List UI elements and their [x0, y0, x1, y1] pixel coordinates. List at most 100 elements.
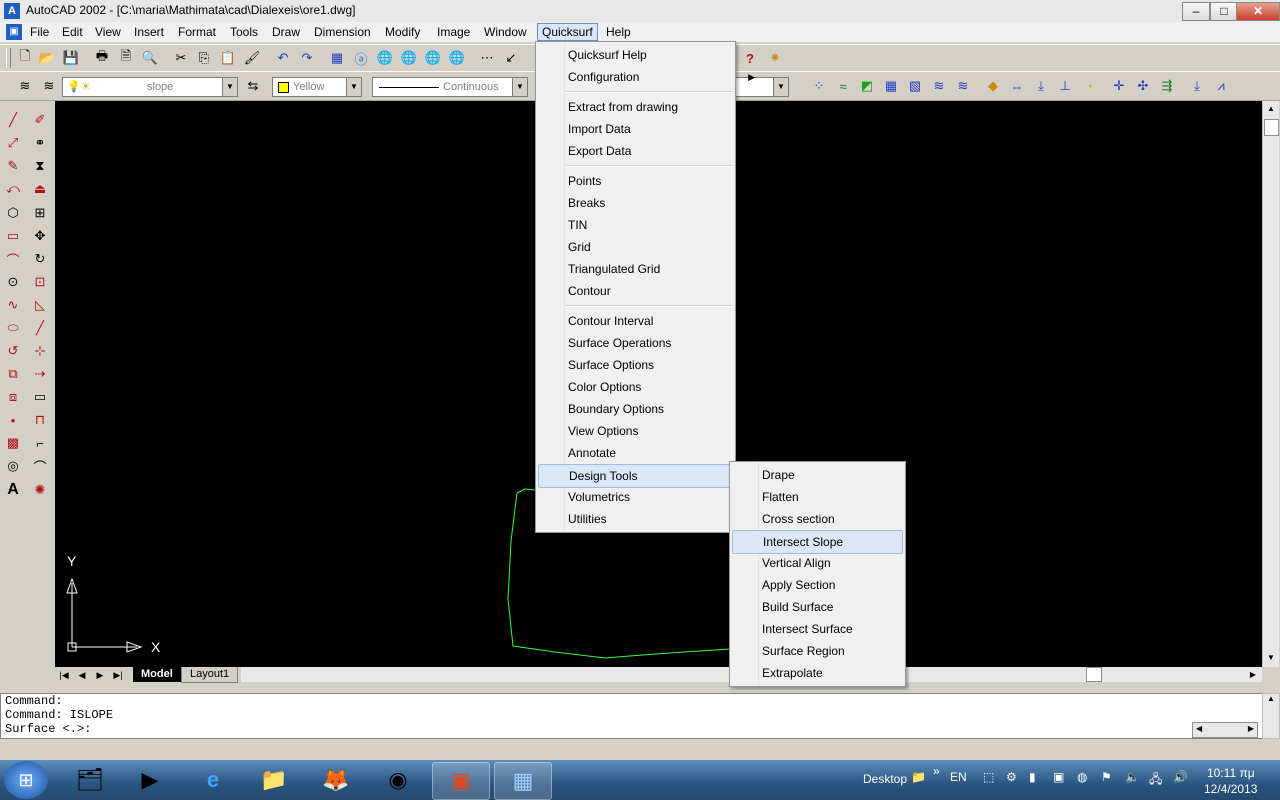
- clock-date[interactable]: 12/4/2013: [1204, 782, 1257, 796]
- menu-image[interactable]: Image: [433, 24, 474, 40]
- print-preview-icon[interactable]: 🗎: [117, 48, 135, 67]
- tray-network-icon[interactable]: 🖧: [1149, 770, 1162, 791]
- menu-item-surface-options[interactable]: Surface Options ▶: [538, 354, 763, 376]
- quicksurf-drape-icon[interactable]: ⤓: [1032, 77, 1050, 95]
- array-icon[interactable]: ⊞: [29, 202, 51, 224]
- erase-icon[interactable]: ✐: [29, 109, 51, 131]
- menu-file[interactable]: File: [26, 24, 53, 40]
- quicksurf-slope-icon[interactable]: ✣: [1134, 77, 1152, 95]
- tab-layout1[interactable]: Layout1: [181, 667, 239, 683]
- autocad-app-icon[interactable]: A: [4, 3, 20, 19]
- taskbar-presentation-icon[interactable]: ▣: [432, 762, 490, 800]
- menu-help[interactable]: Help: [602, 24, 635, 40]
- taskbar-internet-explorer-icon[interactable]: e: [185, 762, 241, 798]
- web-icon-2[interactable]: 🌐: [400, 49, 418, 67]
- trim-icon[interactable]: ⊹: [29, 340, 51, 362]
- command-window[interactable]: Command: Command: ISLOPE Surface <.>:: [0, 693, 1264, 739]
- chevron-down-icon[interactable]: ▼: [773, 78, 788, 96]
- make-block-icon[interactable]: ⧈: [2, 386, 24, 408]
- vertical-scroll-thumb[interactable]: [1264, 119, 1279, 136]
- scale-icon[interactable]: ⊡: [29, 271, 51, 293]
- menu-item-breaks[interactable]: Breaks: [538, 192, 763, 214]
- quicksurf-points-icon[interactable]: ⁘: [810, 77, 828, 95]
- print-icon[interactable]: 🖶: [93, 48, 111, 67]
- extend-icon[interactable]: ⇢: [29, 363, 51, 385]
- insert-block-icon[interactable]: ⧉: [2, 363, 24, 385]
- command-scrollbar[interactable]: ▲: [1262, 693, 1280, 739]
- menu-dimension[interactable]: Dimension: [310, 24, 375, 40]
- menu-item-flatten[interactable]: Flatten: [732, 486, 903, 508]
- quicksurf-cross-section-icon[interactable]: ✛: [1110, 77, 1128, 95]
- chevron-down-icon[interactable]: ▼: [512, 78, 527, 96]
- desktop-folder-icon[interactable]: 📁: [911, 770, 926, 784]
- taskbar-media-player-icon[interactable]: ▶: [122, 762, 178, 798]
- copy-icon[interactable]: ⎘: [195, 49, 213, 67]
- quicksurf-flatten-icon[interactable]: ⊥: [1056, 77, 1074, 95]
- desktop-toolbar-label[interactable]: Desktop: [863, 772, 907, 786]
- browse-web-icon[interactable]: 🌐: [376, 49, 394, 67]
- new-icon[interactable]: 🗋: [16, 48, 34, 67]
- menu-item-contour-interval[interactable]: Contour Interval: [538, 310, 763, 332]
- menu-item-quicksurf-help[interactable]: Quicksurf Help: [538, 44, 763, 66]
- menu-item-extrapolate[interactable]: Extrapolate: [732, 662, 903, 684]
- circle-icon[interactable]: ⊙: [2, 271, 24, 293]
- quicksurf-options-icon[interactable]: ⇔: [1008, 77, 1026, 95]
- quicksurf-annotate-icon[interactable]: ◔: [1080, 77, 1098, 95]
- copy-object-icon[interactable]: ⚭: [29, 132, 51, 154]
- explode-icon[interactable]: ✺: [29, 479, 51, 501]
- color-dropdown[interactable]: Yellow ▼: [272, 77, 362, 97]
- spline-icon[interactable]: ∿: [2, 294, 24, 316]
- web-icon-3[interactable]: 🌐: [424, 49, 442, 67]
- hatch-icon[interactable]: ▩: [2, 432, 24, 454]
- menu-item-vertical-align[interactable]: Vertical Align: [732, 552, 903, 574]
- tray-antivirus-icon[interactable]: ◍: [1077, 770, 1087, 784]
- layers-icon[interactable]: ≋: [16, 77, 34, 95]
- ucs-icon[interactable]: ↙: [502, 49, 520, 67]
- chevron-down-icon[interactable]: ▼: [222, 78, 237, 96]
- quicksurf-surface-ops-icon[interactable]: ◆: [984, 77, 1002, 95]
- layer-previous-icon[interactable]: ⇆: [244, 77, 262, 95]
- menu-draw[interactable]: Draw: [268, 24, 304, 40]
- taskbar-explorer-icon[interactable]: 🗂: [62, 762, 118, 798]
- menu-item-grid[interactable]: Grid: [538, 236, 763, 258]
- menu-item-triangulated-grid[interactable]: Triangulated Grid: [538, 258, 763, 280]
- tray-office-icon[interactable]: ▣: [1053, 770, 1064, 784]
- maximize-button[interactable]: □: [1210, 2, 1238, 21]
- chamfer-icon[interactable]: ⌐: [29, 432, 51, 454]
- menu-item-contour[interactable]: Contour: [538, 280, 763, 302]
- menu-window[interactable]: Window: [480, 24, 531, 40]
- tray-app-icon[interactable]: ▮: [1029, 770, 1036, 784]
- vertical-scrollbar[interactable]: ▲ ▼: [1262, 101, 1279, 667]
- menu-quicksurf[interactable]: Quicksurf: [537, 23, 598, 41]
- publish-icon[interactable]: 🔍: [141, 49, 159, 67]
- aerial-view-icon[interactable]: ▦: [328, 49, 346, 67]
- rectangle-icon[interactable]: ▭: [2, 225, 24, 247]
- prev-tab-icon[interactable]: ◀: [75, 668, 89, 682]
- rotate-icon[interactable]: ↻: [29, 248, 51, 270]
- tab-model[interactable]: Model: [133, 667, 181, 682]
- quicksurf-extrapolate-icon[interactable]: ⤓: [1188, 77, 1206, 95]
- quicksurf-grid-icon[interactable]: ▦: [882, 77, 900, 95]
- menu-edit[interactable]: Edit: [58, 24, 87, 40]
- menu-item-apply-section[interactable]: Apply Section: [732, 574, 903, 596]
- document-icon[interactable]: ▣: [6, 24, 22, 40]
- quicksurf-volumes-icon[interactable]: ⇶: [1158, 77, 1176, 95]
- arc-icon[interactable]: ⌒: [2, 248, 24, 270]
- move-icon[interactable]: ✥: [29, 225, 51, 247]
- menu-item-surface-operations[interactable]: Surface Operations: [538, 332, 763, 354]
- scroll-up-icon[interactable]: ▲: [1264, 102, 1278, 116]
- construction-line-icon[interactable]: ⤢: [2, 132, 24, 154]
- cut-icon[interactable]: ✂: [172, 49, 190, 67]
- menu-item-configuration[interactable]: Configuration ▶: [538, 66, 763, 88]
- polyline-icon[interactable]: ✎: [2, 155, 24, 177]
- menu-item-points[interactable]: Points: [538, 170, 763, 192]
- make-layer-current-icon[interactable]: ≋: [40, 77, 58, 95]
- tray-flag-icon[interactable]: ⚑: [1101, 770, 1112, 784]
- quicksurf-tgrid-icon[interactable]: ▧: [906, 77, 924, 95]
- horizontal-scroll-thumb[interactable]: [1086, 667, 1102, 682]
- scroll-right-icon[interactable]: ▶: [1246, 667, 1260, 682]
- taskbar-folder-icon[interactable]: 📁: [246, 762, 302, 798]
- toolbar-grip[interactable]: [6, 48, 11, 68]
- save-icon[interactable]: 💾: [62, 49, 80, 67]
- fillet-icon[interactable]: ⌒: [29, 455, 51, 477]
